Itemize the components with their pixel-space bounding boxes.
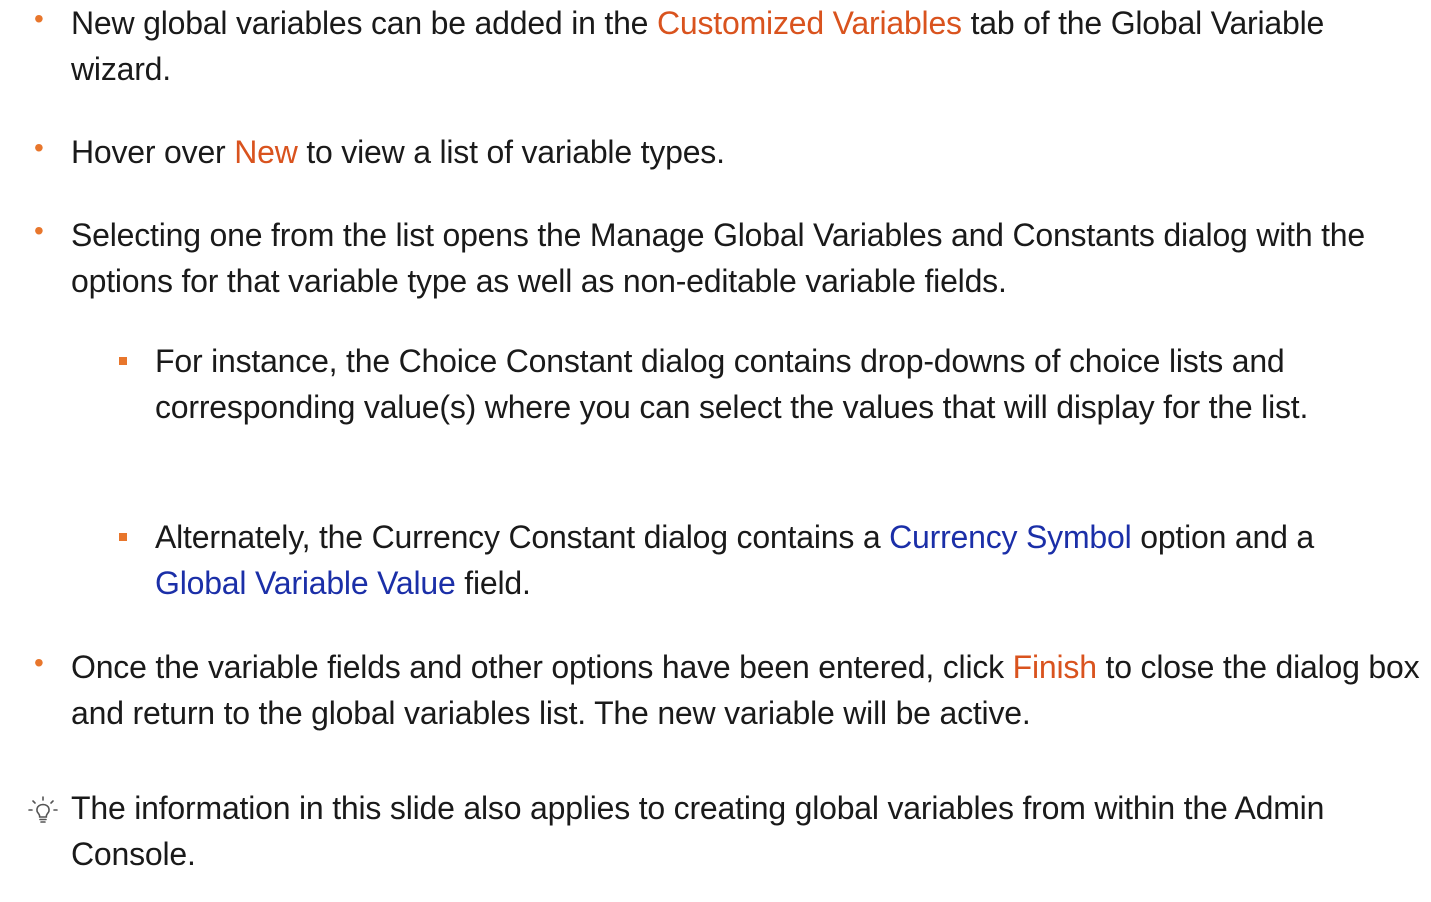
bullet-text: Once the variable fields and other optio… [71, 649, 1013, 685]
sub-bullet-text: field. [455, 565, 531, 601]
bullet-text: to view a list of variable types. [297, 134, 725, 170]
bullet-marker: • [34, 132, 44, 163]
tip-note: The information in this slide also appli… [71, 785, 1421, 877]
bullet-marker: • [34, 647, 44, 678]
bullet-text: New global variables can be added in the [71, 5, 657, 41]
bullet-text: Hover over [71, 134, 235, 170]
sub-bullet-marker [119, 357, 127, 365]
bullet-item-finish: Once the variable fields and other optio… [71, 644, 1421, 736]
new-highlight: New [234, 134, 298, 170]
global-variable-value-highlight: Global Variable Value [155, 565, 456, 601]
bullet-item-selecting: Selecting one from the list opens the Ma… [71, 212, 1421, 304]
sub-bullet-item-currency-constant: Alternately, the Currency Constant dialo… [155, 514, 1410, 606]
sub-bullet-item-choice-constant: For instance, the Choice Constant dialog… [155, 338, 1410, 430]
customized-variables-highlight: Customized Variables [656, 5, 962, 41]
slide-content: • New global variables can be added in t… [0, 0, 1431, 902]
sub-bullet-text: Alternately, the Currency Constant dialo… [155, 519, 890, 555]
bullet-marker: • [34, 215, 44, 246]
tip-text: The information in this slide also appli… [71, 790, 1325, 872]
lightbulb-icon [28, 796, 58, 826]
sub-bullet-text: For instance, the Choice Constant dialog… [155, 343, 1309, 425]
bullet-marker: • [34, 3, 44, 34]
finish-highlight: Finish [1012, 649, 1097, 685]
sub-bullet-text: option and a [1131, 519, 1314, 555]
bullet-item-customized-variables: New global variables can be added in the… [71, 0, 1421, 92]
currency-symbol-highlight: Currency Symbol [889, 519, 1132, 555]
sub-bullet-marker [119, 533, 127, 541]
bullet-item-hover-new: Hover over New to view a list of variabl… [71, 129, 1421, 175]
bullet-text: Selecting one from the list opens the Ma… [71, 217, 1366, 299]
